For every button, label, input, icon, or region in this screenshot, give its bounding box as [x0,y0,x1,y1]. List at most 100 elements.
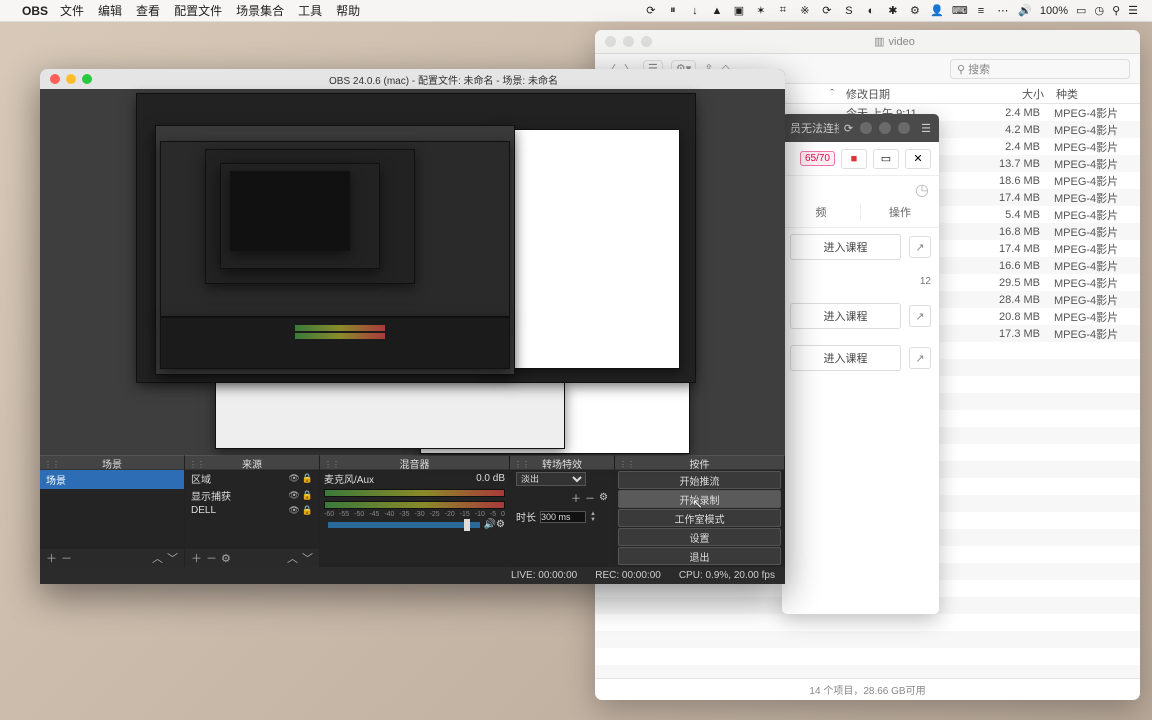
enter-class-button[interactable]: 进入课程 [790,234,901,260]
eye-icon[interactable]: 👁 [288,473,299,484]
status-icon[interactable]: ✶ [754,4,768,17]
remove-source-button[interactable]: － [206,550,217,566]
maximize-icon[interactable] [879,122,891,134]
maximize-icon[interactable] [82,74,92,84]
add-scene-button[interactable]: ＋ [46,550,57,566]
menu-file[interactable]: 文件 [60,2,84,19]
status-icon[interactable]: ▣ [732,4,746,17]
col-type[interactable]: 种类 [1050,84,1140,103]
add-transition-button[interactable]: ＋ [571,490,581,505]
status-icon[interactable]: ⋯ [996,4,1010,17]
enter-class-button[interactable]: 进入课程 [790,345,901,371]
scene-item[interactable]: 场景 [40,470,184,489]
status-icon[interactable]: ⏸ [666,4,680,17]
tab-video[interactable]: 频 [782,204,860,220]
close-icon[interactable] [605,36,616,47]
status-icon[interactable]: 👤 [930,4,944,17]
eye-icon[interactable]: 👁 [288,490,299,501]
duration-input[interactable] [540,511,586,523]
status-icon[interactable]: ⌗ [776,4,790,17]
search-icon[interactable]: ⚲ [1112,4,1120,17]
record-button[interactable]: ■ [841,149,867,169]
status-icon[interactable]: ⟳ [820,4,834,17]
menu-edit[interactable]: 编辑 [98,2,122,19]
open-external-icon[interactable]: ↗ [909,305,931,327]
clock-icon[interactable]: ◷ [1094,4,1104,17]
add-source-button[interactable]: ＋ [191,550,202,566]
status-icon[interactable]: ▲ [710,5,724,17]
status-icon[interactable]: S [842,5,856,17]
source-settings-button[interactable]: ⚙ [221,552,231,565]
col-size[interactable]: 大小 [970,84,1050,103]
status-icon[interactable]: ◐ [864,5,878,17]
source-item[interactable]: 显示捕获👁🔒 [185,487,319,504]
hamburger-icon[interactable]: ☰ [921,122,931,135]
remove-scene-button[interactable]: － [61,550,72,566]
list-icon[interactable]: ☰ [1128,4,1138,17]
obs-window: OBS 24.0.6 (mac) - 配置文件: 未命名 - 场景: 未命名 ⋮… [40,69,785,584]
eye-icon[interactable]: 👁 [288,505,299,516]
sort-indicator-icon[interactable]: ˆ [830,88,834,100]
minimize-icon[interactable] [623,36,634,47]
col-date[interactable]: 修改日期 [840,84,970,103]
close-icon[interactable] [50,74,60,84]
exit-button[interactable]: 退出 [618,547,781,565]
settings-button[interactable]: 设置 [618,528,781,546]
stepper-down-icon[interactable]: ▼ [590,517,596,523]
obs-preview[interactable] [40,89,785,455]
scene-down-button[interactable]: ﹀ [167,550,178,566]
refresh-icon[interactable]: ⟳ [844,122,853,135]
open-external-icon[interactable]: ↗ [909,347,931,369]
volume-icon[interactable]: 🔊 [1018,4,1032,17]
close-button[interactable]: ✕ [905,149,931,169]
camera-button[interactable]: ▭ [873,149,899,169]
mixer-settings-icon[interactable]: ⚙ [496,519,505,530]
transition-select[interactable]: 淡出 [516,472,586,486]
tab-actions[interactable]: 操作 [860,204,939,220]
status-icon[interactable]: ≡ [974,5,988,17]
menu-scene-collection[interactable]: 场景集合 [236,2,284,19]
start-record-button[interactable]: 开始录制 [618,490,781,508]
menu-profile[interactable]: 配置文件 [174,2,222,19]
source-item[interactable]: DELL👁🔒 [185,504,319,517]
open-external-icon[interactable]: ↗ [909,236,931,258]
finder-status: 14 个项目，28.66 GB可用 [595,678,1140,700]
status-icon[interactable]: ※ [798,4,812,17]
enter-class-button[interactable]: 进入课程 [790,303,901,329]
menu-help[interactable]: 帮助 [336,2,360,19]
status-icon[interactable]: ⟳ [644,4,658,17]
close-icon[interactable] [898,122,910,134]
classroom-titlebar[interactable]: 员无法连接教师) ⟳ ☰ [782,114,939,142]
minimize-icon[interactable] [66,74,76,84]
studio-mode-button[interactable]: 工作室模式 [618,509,781,527]
lock-icon[interactable]: 🔒 [302,473,313,484]
status-icon[interactable]: ✱ [886,4,900,17]
volume-slider[interactable] [328,522,480,528]
classroom-toolbar: 65/70 ■ ▭ ✕ [782,142,939,176]
menu-view[interactable]: 查看 [136,2,160,19]
status-icon[interactable]: ⚙ [908,4,922,17]
transition-settings-button[interactable]: ⚙ [599,492,608,503]
minimize-icon[interactable] [860,122,872,134]
class-count: 65/70 [800,151,835,166]
speaker-icon[interactable]: 🔊 [484,519,496,530]
source-up-button[interactable]: ︿ [287,550,298,566]
status-cpu: CPU: 0.9%, 20.00 fps [679,570,775,581]
remove-transition-button[interactable]: － [585,490,595,505]
app-name[interactable]: OBS [22,4,48,18]
status-icon[interactable]: ↓ [688,5,702,17]
lock-icon[interactable]: 🔒 [302,505,313,516]
maximize-icon[interactable] [641,36,652,47]
source-item[interactable]: 区域👁🔒 [185,470,319,487]
obs-titlebar[interactable]: OBS 24.0.6 (mac) - 配置文件: 未命名 - 场景: 未命名 [40,69,785,89]
scene-up-button[interactable]: ︿ [152,550,163,566]
finder-titlebar[interactable]: ▥video [595,30,1140,54]
start-stream-button[interactable]: 开始推流 [618,471,781,489]
finder-search[interactable]: ⚲ 搜索 [950,59,1130,79]
menu-tools[interactable]: 工具 [298,2,322,19]
battery-icon[interactable]: ▭ [1076,4,1086,17]
lock-icon[interactable]: 🔒 [302,490,313,501]
source-down-button[interactable]: ﹀ [302,550,313,566]
status-icon[interactable]: ⌨ [952,4,966,17]
obs-status-bar: LIVE: 00:00:00 REC: 00:00:00 CPU: 0.9%, … [40,567,785,584]
